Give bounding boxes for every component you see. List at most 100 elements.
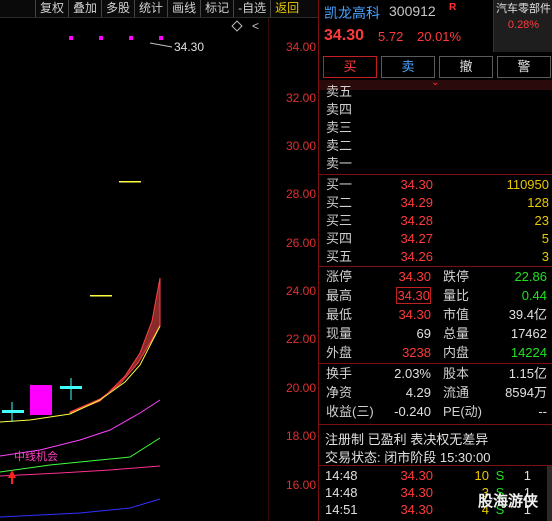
info-divider bbox=[319, 424, 552, 425]
toolbar-restore-rights[interactable]: 复权 bbox=[36, 0, 70, 17]
stat-value: 34.30 bbox=[396, 287, 431, 304]
bid-row[interactable]: 买五 34.26 3 bbox=[319, 248, 552, 266]
last-price: 34.30 bbox=[324, 27, 365, 44]
tick-price: 34.30 bbox=[400, 485, 433, 500]
stat-label: 最低 bbox=[326, 307, 353, 322]
top-dot-2 bbox=[99, 36, 103, 40]
stat-value: 69 bbox=[416, 326, 431, 341]
registration-flag: R bbox=[449, 2, 457, 13]
stock-code: 300912 bbox=[389, 3, 436, 19]
y-tick: 34.00 bbox=[285, 40, 316, 54]
bid-price: 34.29 bbox=[400, 195, 433, 210]
bid-volume: 23 bbox=[534, 213, 549, 228]
chart-axis-divider bbox=[268, 18, 269, 521]
toolbar-statistics[interactable]: 统计 bbox=[135, 0, 169, 17]
bid-volume: 5 bbox=[541, 231, 549, 246]
tick-time: 14:51 bbox=[325, 502, 358, 517]
stat-label: 现量 bbox=[326, 326, 353, 341]
bid-label: 买一 bbox=[326, 177, 353, 192]
bid-volume: 3 bbox=[541, 249, 549, 264]
y-tick: 16.00 bbox=[285, 478, 316, 492]
bid-price: 34.30 bbox=[400, 177, 433, 192]
limit-dash-2 bbox=[119, 181, 141, 183]
stats-row: 最低 34.30 市值 39.4亿 bbox=[319, 305, 552, 324]
kline-svg bbox=[0, 42, 173, 518]
bid-row[interactable]: 买四 34.27 5 bbox=[319, 230, 552, 248]
ask-label: 卖四 bbox=[326, 102, 353, 117]
stat-label: 外盘 bbox=[326, 345, 353, 360]
toolbar-mark[interactable]: 标记 bbox=[201, 0, 235, 17]
trade-buttons: 买 卖 撤 警 bbox=[323, 56, 551, 78]
stat-value: 39.4亿 bbox=[508, 307, 547, 322]
toolbar-back[interactable]: 返回 bbox=[271, 0, 303, 17]
stat-label: 涨停 bbox=[326, 269, 353, 284]
bid-volume: 110950 bbox=[506, 177, 549, 192]
candle-doji-1[interactable] bbox=[2, 410, 24, 413]
sell-button[interactable]: 卖 bbox=[381, 56, 435, 78]
y-tick: 32.00 bbox=[285, 91, 316, 105]
tick-direction: S bbox=[495, 468, 505, 483]
stat-label: 最高 bbox=[326, 288, 353, 303]
stat-label: 股本 bbox=[443, 366, 470, 381]
toolbar-draw-line[interactable]: 画线 bbox=[168, 0, 202, 17]
stat-value: -0.240 bbox=[394, 404, 431, 419]
stat-label: 内盘 bbox=[443, 345, 470, 360]
bid-row[interactable]: 买二 34.29 128 bbox=[319, 194, 552, 212]
stat-value: 1.15亿 bbox=[508, 366, 547, 381]
kline-chart[interactable]: < 34.30 中线机会 34.00 32.00 30.00 28.00 26.… bbox=[0, 18, 318, 521]
top-dot-1 bbox=[69, 36, 73, 40]
cheap-signal-label: 中线机会 bbox=[14, 451, 58, 463]
price-band bbox=[69, 277, 161, 414]
tick-scrollbar[interactable] bbox=[547, 466, 552, 521]
bid-row[interactable]: 买一 34.30 110950 bbox=[319, 176, 552, 194]
bid-price: 34.27 bbox=[400, 231, 433, 246]
y-tick: 20.00 bbox=[285, 381, 316, 395]
ask-label: 卖五 bbox=[326, 84, 353, 99]
candle-up[interactable] bbox=[30, 385, 52, 415]
toolbar-multi-stock[interactable]: 多股 bbox=[102, 0, 136, 17]
cancel-order-button[interactable]: 撤 bbox=[439, 56, 493, 78]
bid-volume: 128 bbox=[527, 195, 549, 210]
bid-label: 买四 bbox=[326, 231, 353, 246]
tick-price: 34.30 bbox=[400, 502, 433, 517]
ask-row: 卖一 bbox=[319, 155, 552, 173]
ask-label: 卖三 bbox=[326, 120, 353, 135]
ma-blue-line bbox=[0, 498, 161, 518]
ask-row: 卖三 bbox=[319, 119, 552, 137]
stats-row: 净资 4.29 流通 8594万 bbox=[319, 383, 552, 402]
stats-block-2: 换手 2.03% 股本 1.15亿 净资 4.29 流通 8594万 收益(三)… bbox=[319, 364, 552, 421]
stat-value: 2.03% bbox=[394, 366, 431, 381]
stats-row: 最高 34.30 量比 0.44 bbox=[319, 286, 552, 305]
chevron-left-icon[interactable]: < bbox=[252, 19, 259, 33]
bid-row[interactable]: 买三 34.28 23 bbox=[319, 212, 552, 230]
stat-value: 22.86 bbox=[514, 269, 547, 284]
sector-box[interactable]: 汽车零部件 0.28% bbox=[493, 0, 552, 52]
tick-row: 14:48 34.30 10 S 1 bbox=[319, 467, 552, 484]
buy-button[interactable]: 买 bbox=[323, 56, 377, 78]
tick-count: 1 bbox=[523, 468, 531, 483]
stat-label: PE(动) bbox=[443, 404, 483, 419]
ma-pink-line bbox=[0, 465, 161, 477]
candle-doji-2[interactable] bbox=[60, 386, 82, 389]
ticks-divider bbox=[319, 465, 552, 466]
price-change: 5.72 bbox=[378, 29, 404, 44]
ask-book: 卖五 卖四 卖三 卖二 卖一 bbox=[319, 83, 552, 173]
tick-time: 14:48 bbox=[325, 485, 358, 500]
stat-label: 收益(三) bbox=[326, 404, 374, 419]
y-tick: 28.00 bbox=[285, 187, 316, 201]
toolbar-overlay[interactable]: 叠加 bbox=[69, 0, 103, 17]
stats-block: 涨停 34.30 跌停 22.86 最高 34.30 量比 0.44 最低 34… bbox=[319, 267, 552, 362]
bid-label: 买三 bbox=[326, 213, 353, 228]
tick-price: 34.30 bbox=[400, 468, 433, 483]
alert-button[interactable]: 警 bbox=[497, 56, 551, 78]
bid-price: 34.28 bbox=[400, 213, 433, 228]
stat-label: 总量 bbox=[443, 326, 470, 341]
tick-time: 14:48 bbox=[325, 468, 358, 483]
y-tick: 24.00 bbox=[285, 284, 316, 298]
limit-dash-1 bbox=[90, 295, 112, 297]
stats-row: 现量 69 总量 17462 bbox=[319, 324, 552, 343]
stock-name[interactable]: 凯龙高科 bbox=[324, 3, 380, 23]
stat-value: 34.30 bbox=[398, 269, 431, 284]
toolbar-remove-watchlist[interactable]: -自选 bbox=[234, 0, 272, 17]
stat-value: 4.29 bbox=[405, 385, 431, 400]
